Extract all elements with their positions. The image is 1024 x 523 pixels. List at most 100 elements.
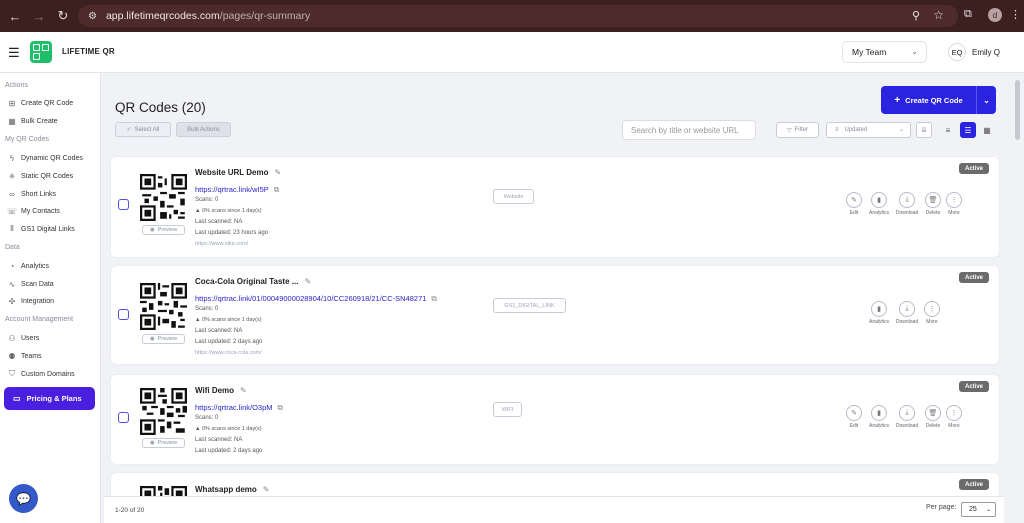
hamburger-menu-icon[interactable]: ☰ [8,45,20,61]
chat-button[interactable]: 💬 [9,484,38,513]
sidebar-item-gs1-digital-links[interactable]: ⦀ GS1 Digital Links [8,224,75,233]
address-bar[interactable]: ⚙ app.lifetimeqrcodes.com/pages/qr-summa… [78,5,958,27]
back-icon[interactable]: ← [6,7,24,25]
sidebar-item-analytics[interactable]: ◔ Analytics [8,262,49,271]
edit-name-icon[interactable]: ✎ [240,386,247,395]
grid-icon: ▦ [983,125,991,135]
scans-count: Scans: 0 [195,306,219,312]
download-action[interactable]: ⤓ Download [895,301,919,325]
bar-chart-icon: ▮ [871,192,887,208]
reload-icon[interactable]: ↻ [54,7,72,25]
more-action[interactable]: ⋮ More [942,405,966,429]
sidebar-item-label: GS1 Digital Links [21,225,75,233]
chat-bubble-icon: 💬 [16,491,31,506]
sidebar-item-dynamic-qr-codes[interactable]: ϟ Dynamic QR Codes [8,153,83,163]
create-options-dropdown[interactable]: ⌄ [976,86,996,114]
edit-name-icon[interactable]: ✎ [275,168,282,177]
pencil-icon: ✎ [846,405,862,421]
action-label: Edit [849,210,859,216]
search-input[interactable]: Search by title or website URL [622,120,756,140]
scans-change: ▲ 0% scans since 1 day(s) [195,317,262,323]
lightning-icon: ϟ [9,153,15,163]
trash-icon: 🗑 [925,192,941,208]
preview-button[interactable]: ◉ Preview [142,438,185,448]
chevron-down-icon: ⌄ [983,95,990,105]
qr-short-link[interactable]: https://qrtrac.link/O3pM ⧉ [195,403,283,413]
extension-icon[interactable]: ⧉ [964,8,972,21]
list-icon: ≡ [945,125,951,135]
browser-profile-avatar[interactable]: d [988,8,1002,22]
sidebar-item-my-contacts[interactable]: ☏ My Contacts [7,207,60,216]
analytics-action[interactable]: ▮ Analytics [867,192,891,216]
brand-logo [30,41,52,63]
site-settings-icon[interactable]: ⚙ [88,11,97,22]
url-path: /pages/qr-summary [219,10,311,22]
action-label: More [926,319,938,325]
team-selector[interactable]: My Team ⌄ [842,41,927,63]
action-label: More [948,423,960,429]
scrollbar[interactable] [1015,80,1020,140]
download-icon: ⤓ [899,405,915,421]
qr-short-link[interactable]: https://qrtrac.link/01/00049000028904/10… [195,294,437,304]
sort-select[interactable]: ≡ Updated ⌄ [826,122,911,138]
qr-card: ◉ Preview Website URL Demo ✎ https://qrtra… [111,157,999,257]
filter-button[interactable]: ▽ Filter [776,122,819,138]
view-compact-list-button[interactable]: ≡ [940,122,956,138]
destination-url[interactable]: https://www.coca-cola.com/ [195,350,262,356]
user-plus-icon: ⚇ [8,333,16,343]
preview-button[interactable]: ◉ Preview [142,225,185,235]
view-detailed-list-button[interactable]: ☰ [960,122,976,138]
more-action[interactable]: ⋮ More [920,301,944,325]
analytics-action[interactable]: ▮ Analytics [867,405,891,429]
row-checkbox[interactable] [118,412,129,423]
browser-menu-icon[interactable]: ⋮ [1010,8,1021,21]
eye-icon: ◉ [149,336,155,342]
sidebar-item-static-qr-codes[interactable]: ✳ Static QR Codes [8,172,74,181]
edit-action[interactable]: ✎ Edit [842,405,866,429]
destination-url[interactable]: https://www.nike.com/ [195,241,248,247]
sidebar-item-short-links[interactable]: ∞ Short Links [8,190,56,199]
pagination-bar: 1-20 of 20 Per page: 25 ⌄ [104,496,1004,523]
sidebar-item-create-qr-code[interactable]: ⊞ Create QR Code [8,99,74,108]
action-label: Download [895,210,919,216]
qr-card: ◉ Preview Coca-Cola Original Taste ... ✎ h… [111,266,999,364]
bookmark-star-icon[interactable]: ☆ [933,8,944,22]
copy-icon[interactable]: ⧉ [278,403,283,412]
edit-action[interactable]: ✎ Edit [842,192,866,216]
sidebar-item-users[interactable]: ⚇ Users [8,333,39,343]
sidebar-item-teams[interactable]: ⚉ Teams [8,352,41,361]
bulk-actions-button[interactable]: Bulk Actions [176,122,231,137]
view-grid-button[interactable]: ▦ [979,122,995,138]
pricing-plans-button[interactable]: ▭ Pricing & Plans [4,387,95,410]
qr-name: Wifi Demo ✎ [195,386,247,395]
row-checkbox[interactable] [118,199,129,210]
sidebar-item-bulk-create[interactable]: ▦ Bulk Create [8,117,57,126]
copy-icon[interactable]: ⧉ [274,185,279,194]
forward-icon[interactable]: → [30,7,48,25]
download-action[interactable]: ⤓ Download [895,192,919,216]
sidebar-item-scan-data[interactable]: ∿ Scan Data [8,280,54,289]
sidebar-item-integration[interactable]: ✣ Integration [8,297,54,306]
edit-name-icon[interactable]: ✎ [263,485,270,494]
zoom-icon[interactable]: ⚲ [912,9,920,22]
qr-name: Coca-Cola Original Taste ... ✎ [195,277,311,286]
copy-icon[interactable]: ⧉ [431,294,436,303]
qr-short-link[interactable]: https://qrtrac.link/wI5P ⧉ [195,185,279,195]
pricing-plans-label: Pricing & Plans [26,394,82,403]
per-page-select[interactable]: 25 ⌄ [961,502,996,517]
user-menu[interactable]: EQ Emily Q [948,41,1000,63]
sort-direction-button[interactable]: ⇊ [916,122,932,138]
analytics-action[interactable]: ▮ Analytics [867,301,891,325]
preview-button[interactable]: ◉ Preview [142,334,185,344]
url-host: app.lifetimeqrcodes.com [105,10,220,22]
qr-name-text: Coca-Cola Original Taste ... [195,277,299,286]
create-qr-code-button[interactable]: + Create QR Code ⌄ [881,86,996,114]
sidebar: Actions ⊞ Create QR Code ▦ Bulk Create My … [0,73,101,523]
sidebar-item-custom-domains[interactable]: ⛉ Custom Domains [8,369,75,378]
qr-type-badge: GS1_DIGITAL_LINK [493,298,566,313]
more-action[interactable]: ⋮ More [942,192,966,216]
row-checkbox[interactable] [118,309,129,320]
download-action[interactable]: ⤓ Download [895,405,919,429]
edit-name-icon[interactable]: ✎ [304,277,311,286]
select-all-button[interactable]: ✓ Select All [115,122,171,137]
